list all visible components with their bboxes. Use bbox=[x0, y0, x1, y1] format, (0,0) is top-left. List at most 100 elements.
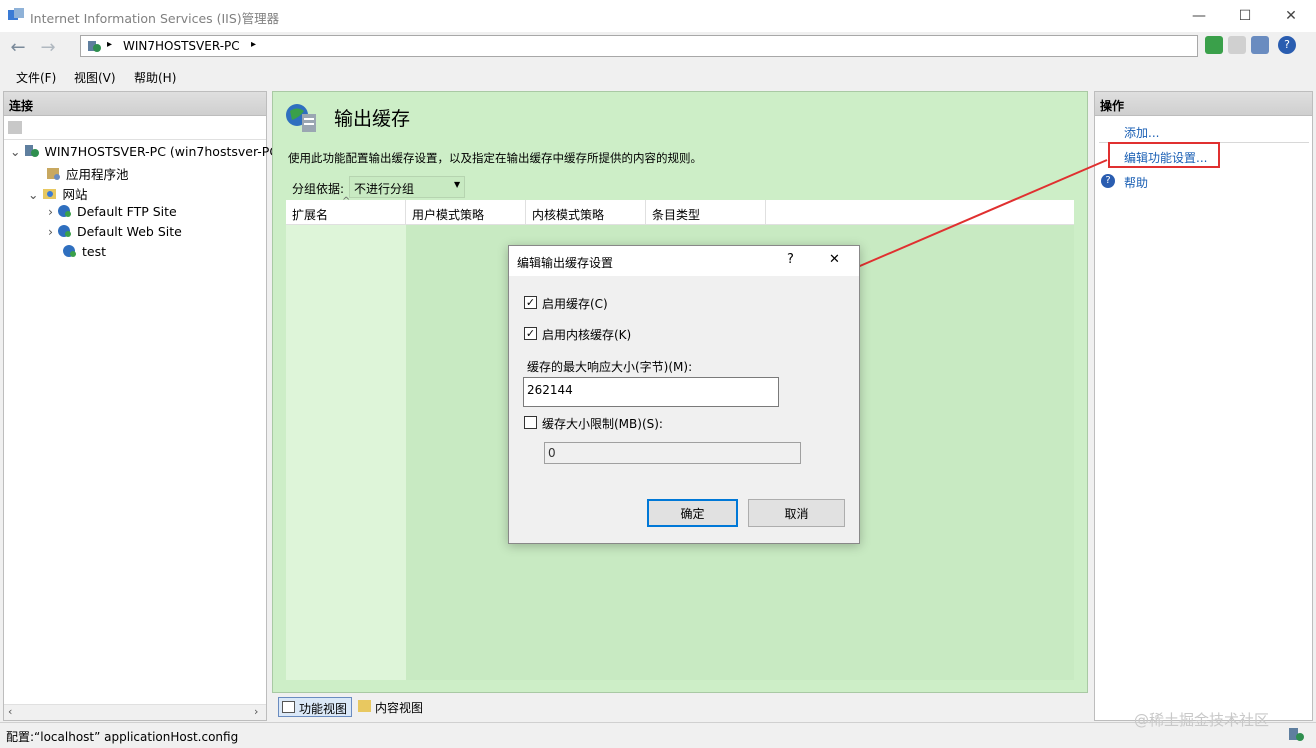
enable-cache-label: 启用缓存(C) bbox=[542, 297, 608, 311]
column-extension[interactable]: 扩展名 bbox=[292, 206, 328, 223]
menu-help[interactable]: 帮助(H) bbox=[134, 69, 176, 86]
column-kernel-policy[interactable]: 内核模式策略 bbox=[532, 206, 604, 223]
connections-header: 连接 bbox=[4, 92, 266, 116]
feature-title: 输出缓存 bbox=[334, 108, 411, 130]
globe-icon bbox=[57, 205, 71, 217]
groupby-select[interactable]: 不进行分组 ▼ bbox=[349, 176, 465, 198]
tree-site-ftp-label: Default FTP Site bbox=[76, 204, 177, 219]
groupby-label: 分组依据: bbox=[292, 182, 345, 196]
iis-app-icon bbox=[8, 8, 24, 20]
globe-icon bbox=[63, 245, 76, 257]
status-bar: 配置:“localhost” applicationHost.config @稀… bbox=[0, 711, 1316, 748]
tree-site-test-label: test bbox=[81, 244, 106, 259]
forward-arrow-icon[interactable]: → bbox=[36, 36, 60, 58]
groupby-value: 不进行分组 bbox=[354, 182, 415, 196]
back-arrow-icon[interactable]: ← bbox=[6, 36, 30, 58]
tree-sites[interactable]: ⌄ 网站 bbox=[28, 184, 87, 203]
tab-feature-label: 功能视图 bbox=[299, 702, 348, 716]
menu-file[interactable]: 文件(F) bbox=[16, 69, 56, 86]
column-entry-type[interactable]: 条目类型 bbox=[652, 206, 700, 223]
sort-caret-icon: ^ bbox=[342, 196, 351, 207]
feature-view-icon bbox=[282, 701, 295, 713]
limit-checkbox[interactable] bbox=[524, 416, 537, 429]
column-user-policy[interactable]: 用户模式策略 bbox=[412, 206, 484, 223]
limit-input[interactable]: 0 bbox=[544, 442, 801, 464]
expand-chevron-icon[interactable]: › bbox=[48, 224, 53, 239]
window-title: Internet Information Services (IIS)管理器 bbox=[30, 11, 280, 26]
tree-sites-label: 网站 bbox=[62, 187, 88, 202]
globe-icon bbox=[57, 225, 71, 237]
status-text: 配置:“localhost” applicationHost.config bbox=[6, 730, 239, 744]
output-cache-icon bbox=[286, 104, 316, 132]
tree-site-web-label: Default Web Site bbox=[76, 224, 182, 239]
connections-panel: 连接 ⌄ WIN7HOSTSVER-PC (win7hostsver-PC 应用… bbox=[3, 91, 278, 721]
collapse-chevron-icon[interactable]: ⌄ bbox=[28, 187, 38, 202]
scroll-right-icon[interactable]: › bbox=[254, 705, 258, 718]
actions-header: 操作 bbox=[1095, 92, 1312, 116]
max-size-label: 缓存的最大响应大小(字节)(M): bbox=[527, 360, 693, 374]
refresh-icon[interactable] bbox=[1205, 36, 1223, 54]
tab-content-view[interactable]: 内容视图 bbox=[356, 697, 428, 717]
maximize-button[interactable]: ☐ bbox=[1222, 0, 1268, 32]
tree-server-label: WIN7HOSTSVER-PC (win7hostsver-PC bbox=[44, 144, 279, 159]
tree-apppools-label: 应用程序池 bbox=[65, 167, 129, 182]
scroll-left-icon[interactable]: ‹ bbox=[8, 705, 12, 718]
edit-output-cache-dialog: 编辑输出缓存设置 ? ✕ ✓ 启用缓存(C) ✓ 启用内核缓存(K) 缓存的最大… bbox=[508, 245, 860, 544]
dropdown-arrow-icon: ▼ bbox=[454, 180, 461, 189]
tab-feature-view[interactable]: 功能视图 bbox=[278, 697, 352, 717]
server-icon bbox=[25, 145, 40, 157]
cancel-button[interactable]: 取消 bbox=[748, 499, 845, 527]
breadcrumb-arrow-icon: ▸ bbox=[107, 39, 113, 50]
tree-site-test[interactable]: test bbox=[62, 244, 106, 259]
enable-cache-checkbox[interactable]: ✓ bbox=[524, 296, 537, 309]
max-size-value: 262144 bbox=[527, 383, 573, 397]
action-help[interactable]: 帮助 bbox=[1124, 174, 1148, 191]
server-icon bbox=[88, 41, 101, 52]
folder-icon bbox=[43, 189, 57, 199]
action-add[interactable]: 添加... bbox=[1124, 124, 1159, 141]
help-icon: ? bbox=[1101, 174, 1115, 188]
expand-chevron-icon[interactable]: › bbox=[48, 204, 53, 219]
close-window-button[interactable]: ✕ bbox=[1268, 0, 1314, 32]
apppool-icon bbox=[47, 168, 60, 180]
column-divider bbox=[405, 200, 406, 225]
menu-bar: 文件(F) 视图(V) 帮助(H) bbox=[0, 64, 1316, 90]
ok-button[interactable]: 确定 bbox=[647, 499, 738, 527]
title-bar: Internet Information Services (IIS)管理器 —… bbox=[0, 0, 1316, 32]
dialog-close-button[interactable]: ✕ bbox=[829, 252, 840, 267]
dialog-title: 编辑输出缓存设置 bbox=[517, 256, 614, 270]
tree-site-ftp[interactable]: › Default FTP Site bbox=[48, 204, 177, 219]
address-input[interactable]: ▸ WIN7HOSTSVER-PC ▸ bbox=[80, 35, 1198, 57]
limit-label: 缓存大小限制(MB)(S): bbox=[542, 417, 663, 431]
enable-kernel-checkbox[interactable]: ✓ bbox=[524, 327, 537, 340]
horizontal-scrollbar[interactable]: ‹ › bbox=[4, 704, 266, 720]
connect-icon[interactable] bbox=[8, 121, 22, 134]
help-icon[interactable]: ? bbox=[1278, 36, 1296, 54]
breadcrumb-arrow-icon: ▸ bbox=[251, 39, 257, 50]
tab-content-label: 内容视图 bbox=[375, 701, 424, 715]
tree-site-web[interactable]: › Default Web Site bbox=[48, 224, 182, 239]
column-divider bbox=[765, 200, 766, 225]
collapse-chevron-icon[interactable]: ⌄ bbox=[10, 144, 20, 159]
dialog-title-bar: 编辑输出缓存设置 ? ✕ bbox=[509, 246, 859, 276]
stop-icon[interactable] bbox=[1228, 36, 1246, 54]
breadcrumb-server[interactable]: WIN7HOSTSVER-PC bbox=[123, 39, 240, 53]
content-view-icon bbox=[358, 700, 371, 712]
column-divider bbox=[525, 200, 526, 225]
limit-value: 0 bbox=[548, 446, 556, 460]
dialog-help-button[interactable]: ? bbox=[787, 252, 794, 267]
minimize-button[interactable]: — bbox=[1176, 0, 1222, 32]
server-status-icon bbox=[1289, 728, 1304, 741]
max-size-input[interactable]: 262144 bbox=[523, 377, 779, 407]
actions-panel: 操作 添加... 编辑功能设置... ? 帮助 bbox=[1094, 91, 1313, 721]
home-icon[interactable] bbox=[1251, 36, 1269, 54]
tree-apppools[interactable]: 应用程序池 bbox=[46, 164, 129, 183]
watermark: @稀土掘金技术社区 bbox=[1134, 711, 1270, 729]
tree-server[interactable]: ⌄ WIN7HOSTSVER-PC (win7hostsver-PC bbox=[10, 144, 278, 159]
column-divider bbox=[645, 200, 646, 225]
enable-kernel-label: 启用内核缓存(K) bbox=[542, 328, 632, 342]
grid-first-column bbox=[286, 225, 406, 680]
connections-toolbar bbox=[4, 116, 266, 140]
menu-view[interactable]: 视图(V) bbox=[74, 69, 116, 86]
highlight-box bbox=[1108, 142, 1220, 168]
